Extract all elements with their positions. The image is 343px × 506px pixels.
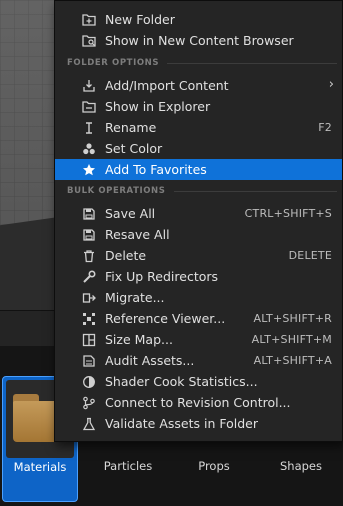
menu-item-validate-assets-in-folder[interactable]: Validate Assets in Folder	[55, 413, 342, 434]
chevron-right-icon: ›	[328, 77, 334, 92]
section-divider	[173, 190, 337, 192]
save-icon	[81, 227, 96, 242]
menu-item-shortcut: DELETE	[288, 249, 332, 262]
menu-item-label: Rename	[105, 120, 157, 135]
menu-item-shortcut: ALT+SHIFT+A	[253, 354, 332, 367]
menu-item-label: New Folder	[105, 12, 175, 27]
revision-control-icon	[81, 395, 96, 410]
menu-item-rename[interactable]: Rename F2	[55, 117, 342, 138]
import-icon	[81, 78, 96, 93]
folder-context-menu: New Folder Show in New Content Browser F…	[54, 0, 343, 442]
menu-item-label: Add/Import Content	[105, 78, 229, 93]
folder-label: Props	[198, 459, 230, 473]
reference-viewer-icon	[81, 311, 96, 326]
menu-item-label: Size Map...	[105, 332, 173, 347]
menu-item-label: Audit Assets...	[105, 353, 195, 368]
menu-item-shortcut: CTRL+SHIFT+S	[244, 207, 332, 220]
save-icon	[81, 206, 96, 221]
menu-item-shortcut: ALT+SHIFT+R	[253, 312, 332, 325]
section-header-label: FOLDER OPTIONS	[67, 58, 160, 68]
color-icon	[81, 141, 96, 156]
folder-label: Materials	[13, 460, 67, 474]
menu-item-reference-viewer[interactable]: Reference Viewer... ALT+SHIFT+R	[55, 308, 342, 329]
wrench-icon	[81, 269, 96, 284]
section-header-label: BULK OPERATIONS	[67, 186, 166, 196]
menu-item-label: Show in Explorer	[105, 99, 211, 114]
menu-item-show-in-explorer[interactable]: Show in Explorer	[55, 96, 342, 117]
new-folder-icon	[81, 12, 96, 27]
menu-item-label: Validate Assets in Folder	[105, 416, 258, 431]
menu-item-new-folder[interactable]: New Folder	[55, 9, 342, 30]
section-header-bulk-operations: BULK OPERATIONS	[67, 184, 337, 198]
shader-stats-icon	[81, 374, 96, 389]
menu-item-label: Show in New Content Browser	[105, 33, 294, 48]
size-map-icon	[81, 332, 96, 347]
menu-item-label: Connect to Revision Control...	[105, 395, 291, 410]
menu-item-label: Add To Favorites	[105, 162, 207, 177]
menu-item-label: Reference Viewer...	[105, 311, 226, 326]
migrate-icon	[81, 290, 96, 305]
menu-item-size-map[interactable]: Size Map... ALT+SHIFT+M	[55, 329, 342, 350]
menu-item-shortcut: F2	[318, 121, 332, 134]
explorer-icon	[81, 99, 96, 114]
star-icon	[81, 162, 96, 177]
section-header-folder-options: FOLDER OPTIONS	[67, 56, 337, 70]
menu-item-connect-to-revision-control[interactable]: Connect to Revision Control...	[55, 392, 342, 413]
menu-item-label: Fix Up Redirectors	[105, 269, 219, 284]
trash-icon	[81, 248, 96, 263]
menu-item-add-import-content[interactable]: Add/Import Content ›	[55, 75, 342, 96]
menu-item-label: Shader Cook Statistics...	[105, 374, 258, 389]
menu-item-label: Delete	[105, 248, 147, 263]
menu-item-delete[interactable]: Delete DELETE	[55, 245, 342, 266]
menu-item-resave-all[interactable]: Resave All	[55, 224, 342, 245]
menu-item-add-to-favorites[interactable]: Add To Favorites	[55, 159, 342, 180]
menu-item-label: Save All	[105, 206, 156, 221]
menu-item-label: Set Color	[105, 141, 163, 156]
validate-icon	[81, 416, 96, 431]
menu-item-fix-up-redirectors[interactable]: Fix Up Redirectors	[55, 266, 342, 287]
menu-item-audit-assets[interactable]: Audit Assets... ALT+SHIFT+A	[55, 350, 342, 371]
menu-item-migrate[interactable]: Migrate...	[55, 287, 342, 308]
audit-icon	[81, 353, 96, 368]
folder-label: Shapes	[279, 459, 322, 473]
content-browser-icon	[81, 33, 96, 48]
menu-item-label: Resave All	[105, 227, 170, 242]
folder-label: Particles	[103, 459, 153, 473]
rename-icon	[81, 120, 96, 135]
menu-item-set-color[interactable]: Set Color	[55, 138, 342, 159]
menu-item-shader-cook-statistics[interactable]: Shader Cook Statistics...	[55, 371, 342, 392]
menu-item-label: Migrate...	[105, 290, 165, 305]
menu-item-save-all[interactable]: Save All CTRL+SHIFT+S	[55, 203, 342, 224]
menu-item-show-in-new-content-browser[interactable]: Show in New Content Browser	[55, 30, 342, 51]
menu-item-shortcut: ALT+SHIFT+M	[251, 333, 332, 346]
section-divider	[167, 62, 337, 64]
